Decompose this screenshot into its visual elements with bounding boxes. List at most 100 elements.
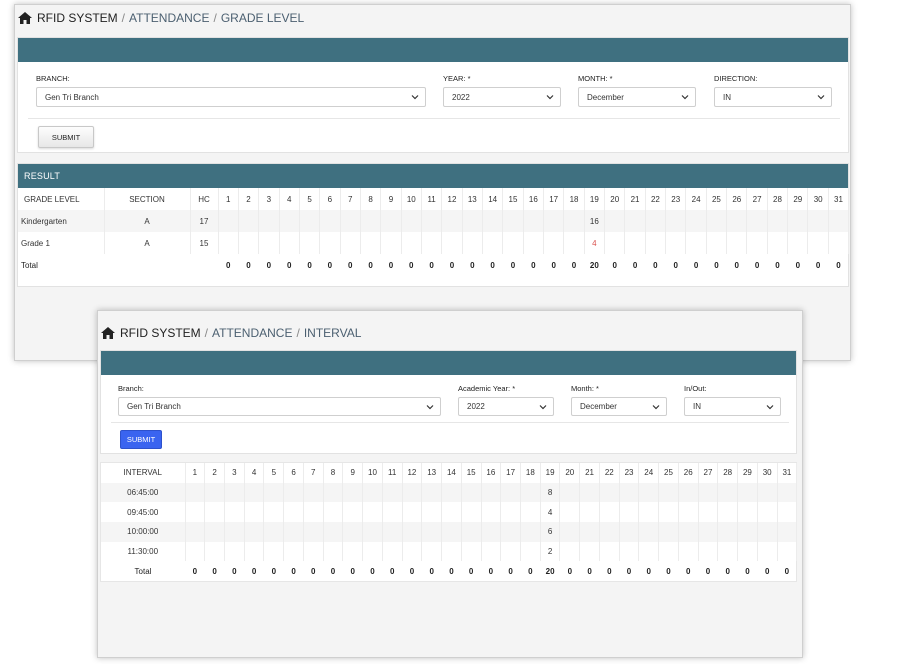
total-row: Total 0 0 0 0 0 0 0 0 0 0 0 0 0 0 0 0 0 0 20 0 0 0 0 0 0 0 0 0 0 0 0 — [101, 561, 797, 581]
day-cell — [787, 232, 809, 254]
col-header-day: 10 — [362, 463, 383, 483]
academic-year-label: Academic Year: * — [458, 384, 516, 393]
filter-panel: BRANCH: Gen Tri Branch YEAR: * 2022 MONT… — [17, 37, 849, 153]
day-cell — [303, 541, 324, 562]
breadcrumb-root[interactable]: RFID SYSTEM — [120, 326, 201, 340]
month-select[interactable]: December — [571, 397, 667, 416]
day-cell — [185, 541, 206, 562]
inout-select[interactable]: IN — [684, 397, 781, 416]
day-cell — [737, 541, 758, 562]
day-cell — [658, 541, 679, 562]
day-cell — [685, 210, 707, 232]
home-icon[interactable] — [101, 327, 115, 339]
day-cell — [441, 541, 462, 562]
day-cell — [421, 502, 443, 523]
total-cell: 0 — [632, 260, 638, 270]
day-cell — [441, 482, 462, 503]
home-icon[interactable] — [18, 12, 32, 24]
day-cell: 6 — [540, 522, 561, 542]
day-cell — [224, 482, 245, 503]
total-cell: 0 — [587, 566, 592, 576]
day-cell — [263, 502, 285, 523]
direction-label: DIRECTION: — [714, 74, 758, 83]
day-cell — [340, 210, 361, 232]
total-cell: 0 — [307, 260, 312, 270]
day-cell — [218, 232, 239, 254]
day-cell — [279, 232, 300, 254]
day-cell — [828, 210, 850, 232]
day-cell — [777, 522, 798, 542]
day-cell — [462, 210, 483, 232]
total-cell: 0 — [348, 260, 353, 270]
hc-cell: 15 — [190, 232, 219, 254]
month-field: Month: * December — [571, 384, 667, 416]
day-cell — [382, 482, 403, 503]
total-label: Total — [134, 566, 152, 576]
day-cell — [461, 522, 482, 542]
col-header-day: 6 — [283, 463, 304, 483]
col-header-day: 11 — [382, 463, 403, 483]
col-header-day: 10 — [401, 188, 422, 210]
breadcrumb-attendance[interactable]: ATTENDANCE — [212, 326, 292, 340]
day-cell — [645, 232, 667, 254]
submit-button[interactable]: SUBMIT — [38, 126, 94, 148]
branch-select[interactable]: Gen Tri Branch — [118, 397, 441, 416]
year-value: 2022 — [452, 92, 470, 102]
day-cell — [757, 482, 778, 503]
day-cell — [523, 210, 545, 232]
day-cell — [283, 541, 304, 562]
direction-select[interactable]: IN — [714, 87, 832, 107]
col-header-day: 29 — [737, 463, 758, 483]
month-value: December — [580, 402, 617, 411]
col-header-day: 18 — [563, 188, 585, 210]
interval-cell: 09:45:00 — [101, 502, 186, 523]
col-header-day: 8 — [323, 463, 344, 483]
month-select[interactable]: December — [578, 87, 696, 107]
chevron-down-icon — [426, 405, 434, 410]
section-cell: A — [104, 210, 191, 232]
col-header-day: 31 — [828, 188, 850, 210]
col-header-day: 23 — [619, 463, 640, 483]
day-cell — [402, 502, 423, 523]
breadcrumb-root[interactable]: RFID SYSTEM — [37, 11, 118, 25]
day-cell — [502, 232, 524, 254]
col-header-day: 30 — [757, 463, 778, 483]
day-cell — [599, 522, 620, 542]
result-panel: RESULT GRADE LEVEL SECTION HC 1234567891… — [17, 163, 850, 287]
col-header-day: 19 — [540, 463, 561, 483]
day-cell — [204, 502, 225, 523]
branch-select[interactable]: Gen Tri Branch — [36, 87, 426, 107]
day-cell — [502, 210, 524, 232]
submit-button[interactable]: SUBMIT — [120, 430, 162, 449]
academic-year-select[interactable]: 2022 — [458, 397, 554, 416]
total-cell: 0 — [370, 566, 375, 576]
year-select[interactable]: 2022 — [443, 87, 561, 107]
total-cell: 0 — [311, 566, 316, 576]
day-cell — [658, 502, 679, 523]
col-header-day: 26 — [678, 463, 699, 483]
day-cell — [563, 232, 585, 254]
grade-level-window: RFID SYSTEM / ATTENDANCE / GRADE LEVEL B… — [14, 4, 851, 361]
total-cell: 0 — [784, 566, 790, 576]
day-cell — [258, 210, 280, 232]
col-header-day: 19 — [584, 188, 606, 210]
day-cell — [185, 502, 206, 523]
day-cell — [726, 232, 748, 254]
total-cell: 0 — [725, 566, 730, 576]
grade-level-cell: Grade 1 — [18, 232, 105, 254]
day-cell — [777, 482, 798, 503]
total-cell: 0 — [429, 260, 434, 270]
col-header-day: 17 — [543, 188, 565, 210]
day-cell — [224, 502, 245, 523]
breadcrumb-attendance[interactable]: ATTENDANCE — [129, 11, 209, 25]
day-cell — [559, 502, 581, 523]
empty-cell — [104, 254, 190, 276]
col-header-day: 7 — [303, 463, 324, 483]
col-header-day: 22 — [599, 463, 620, 483]
col-header-day: 20 — [559, 463, 581, 483]
day-cell — [520, 502, 541, 523]
table-row: 10:00:00 6 — [101, 522, 798, 542]
day-cell — [543, 232, 565, 254]
direction-value: IN — [723, 92, 731, 102]
col-header-day: 5 — [299, 188, 321, 210]
